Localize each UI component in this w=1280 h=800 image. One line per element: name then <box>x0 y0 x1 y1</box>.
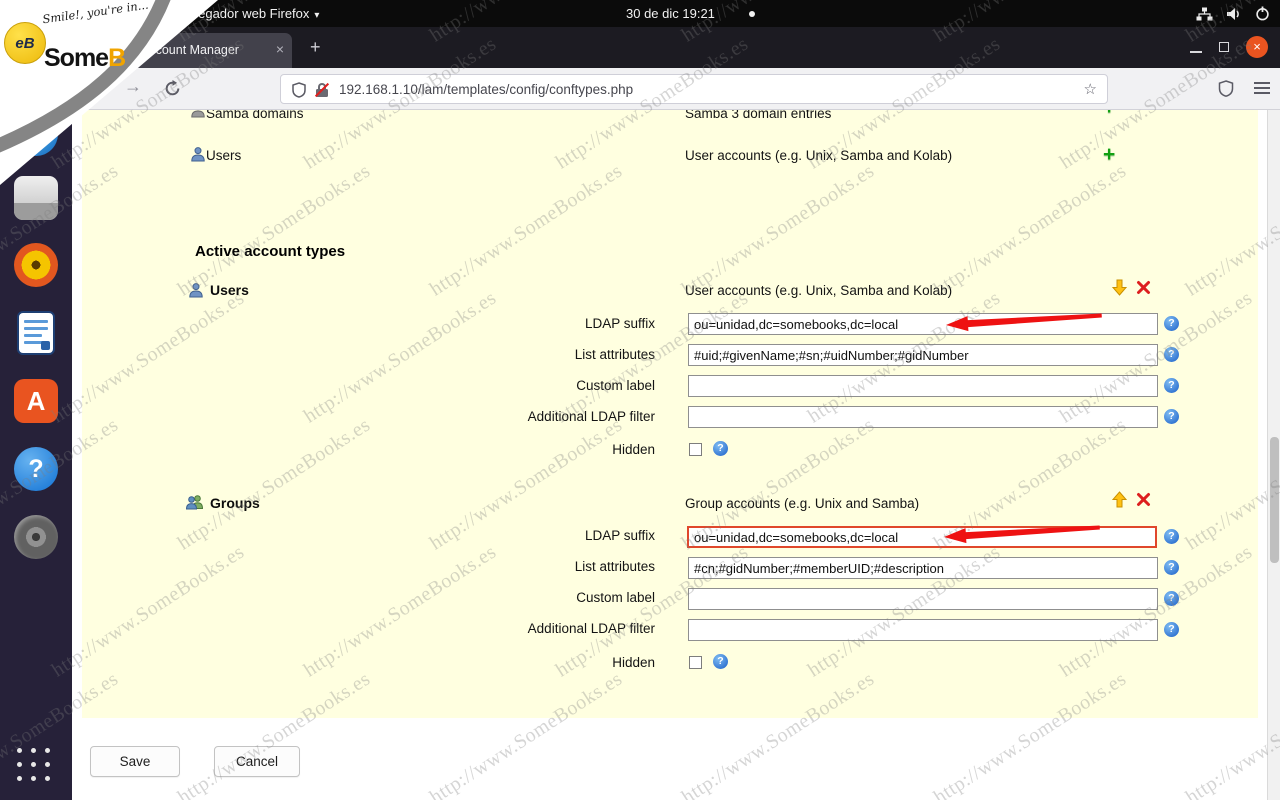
add-account-type-button[interactable]: + <box>1103 110 1115 120</box>
insecure-lock-icon[interactable] <box>314 82 330 98</box>
network-icon <box>1196 7 1213 20</box>
dock-media-player-icon[interactable] <box>14 243 58 287</box>
available-type-name: Samba domains <box>206 110 304 121</box>
scrollbar-thumb[interactable] <box>1270 437 1279 563</box>
dock-software-icon[interactable]: A <box>14 379 58 423</box>
users-ldap-suffix-input[interactable] <box>688 313 1158 335</box>
volume-icon <box>1227 7 1239 20</box>
users-list-attributes-input[interactable] <box>688 344 1158 366</box>
users-hidden-checkbox[interactable] <box>689 443 702 456</box>
account-type-name: Groups <box>210 495 260 511</box>
groups-hidden-checkbox[interactable] <box>689 656 702 669</box>
window-close-button[interactable]: × <box>1246 36 1268 58</box>
dock-help-icon[interactable]: ? <box>14 447 58 491</box>
field-label: List attributes <box>574 347 655 362</box>
help-icon[interactable]: ? <box>713 654 728 669</box>
dock-text-editor-icon[interactable] <box>17 311 55 355</box>
window-controls: × <box>1190 36 1268 58</box>
bookmark-star-icon[interactable]: ☆ <box>1084 80 1097 98</box>
field-label: LDAP suffix <box>584 316 655 331</box>
available-type-name: Users <box>206 148 242 163</box>
chevron-down-icon: ▾ <box>314 10 320 21</box>
new-tab-button[interactable]: + <box>310 37 321 58</box>
power-icon <box>1256 6 1269 21</box>
help-icon[interactable]: ? <box>1164 529 1179 544</box>
user-icon <box>191 147 205 162</box>
groups-ldap-filter-input[interactable] <box>688 619 1158 641</box>
group-icon <box>185 495 204 510</box>
field-label: Hidden <box>612 442 655 457</box>
account-type-name: Users <box>210 282 249 298</box>
help-icon[interactable]: ? <box>1164 560 1179 575</box>
files-drawer <box>14 203 58 220</box>
show-applications-icon[interactable] <box>17 748 55 786</box>
clock[interactable]: 30 de dic 19:21 <box>626 6 715 21</box>
remove-account-type-icon[interactable] <box>1136 280 1151 295</box>
logo-brand-accent: B <box>108 44 126 72</box>
system-status-area[interactable] <box>1196 6 1270 21</box>
menu-icon[interactable] <box>1254 82 1270 97</box>
url-text: 192.168.1.10/lam/templates/config/confty… <box>339 82 634 97</box>
dock-disc-icon[interactable] <box>14 515 58 559</box>
move-up-icon[interactable] <box>1112 491 1127 508</box>
help-icon[interactable]: ? <box>713 441 728 456</box>
field-label: Hidden <box>612 655 655 670</box>
editor-badge <box>41 341 50 350</box>
field-label: Additional LDAP filter <box>527 409 655 424</box>
help-icon[interactable]: ? <box>1164 409 1179 424</box>
forward-icon[interactable]: → <box>124 76 142 97</box>
cancel-button[interactable]: Cancel <box>214 746 300 777</box>
remove-account-type-icon[interactable] <box>1136 492 1151 507</box>
help-icon[interactable]: ? <box>1164 622 1179 637</box>
users-ldap-filter-input[interactable] <box>688 406 1158 428</box>
reload-icon[interactable] <box>164 80 181 97</box>
available-type-desc: Samba 3 domain entries <box>685 110 832 121</box>
help-icon[interactable]: ? <box>1164 591 1179 606</box>
field-label: Custom label <box>576 378 655 393</box>
available-type-desc: User accounts (e.g. Unix, Samba and Kola… <box>685 148 953 163</box>
page-content: Samba domains Samba 3 domain entries + U… <box>72 110 1268 800</box>
maximize-button[interactable] <box>1219 42 1229 52</box>
browser-tab-bar: Account Manager × + × <box>72 27 1280 68</box>
tracking-shield-icon[interactable] <box>292 82 306 98</box>
groups-ldap-suffix-input[interactable] <box>687 526 1157 548</box>
account-type-desc: Group accounts (e.g. Unix and Samba) <box>685 496 920 511</box>
save-button[interactable]: Save <box>90 746 180 777</box>
browser-toolbar: ← → 192.168.1.10/lam/templates/config/co… <box>72 68 1280 110</box>
field-label: Custom label <box>576 590 655 605</box>
url-bar[interactable]: 192.168.1.10/lam/templates/config/confty… <box>280 74 1108 104</box>
groups-list-attributes-input[interactable] <box>688 557 1158 579</box>
samba-icon <box>191 110 205 118</box>
shield-icon[interactable] <box>1218 80 1234 98</box>
dock-files-icon[interactable] <box>14 176 58 220</box>
tab-close-icon[interactable]: × <box>276 41 284 57</box>
help-icon[interactable]: ? <box>1164 378 1179 393</box>
add-account-type-button[interactable]: + <box>1103 143 1115 167</box>
section-title: Active account types <box>195 243 346 260</box>
user-icon <box>189 283 203 298</box>
help-icon[interactable]: ? <box>1164 347 1179 362</box>
notification-dot <box>749 11 755 17</box>
logo-brand: SomeB <box>44 44 126 73</box>
field-label: List attributes <box>574 559 655 574</box>
account-type-desc: User accounts (e.g. Unix, Samba and Kola… <box>685 283 953 298</box>
logo-brand-text: Some <box>44 44 109 72</box>
scrollbar[interactable] <box>1267 110 1280 800</box>
users-custom-label-input[interactable] <box>688 375 1158 397</box>
help-icon[interactable]: ? <box>1164 316 1179 331</box>
field-label: LDAP suffix <box>584 528 655 543</box>
field-label: Additional LDAP filter <box>527 621 655 636</box>
minimize-button[interactable] <box>1190 50 1202 53</box>
logo-badge: eB <box>4 22 46 64</box>
groups-custom-label-input[interactable] <box>688 588 1158 610</box>
move-down-icon[interactable] <box>1112 279 1127 296</box>
